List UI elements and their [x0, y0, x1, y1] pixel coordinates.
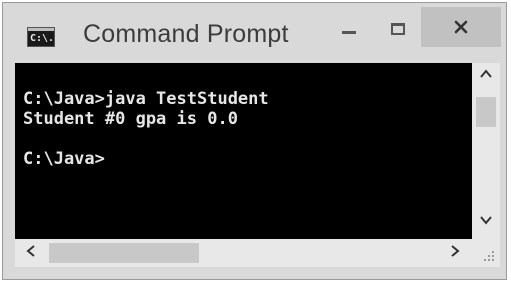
maximize-icon [391, 23, 405, 35]
scroll-right-button[interactable] [445, 245, 465, 261]
minimize-button[interactable] [329, 9, 369, 49]
resize-grip[interactable] [472, 239, 500, 267]
console-line: C:\Java>java TestStudent [23, 89, 269, 109]
chevron-right-icon [451, 245, 460, 257]
grip-dot [484, 259, 486, 261]
grip-dot [492, 255, 494, 257]
chevron-down-icon [480, 216, 492, 225]
console-text: C:\Java>java TestStudent Student #0 gpa … [23, 89, 269, 169]
maximize-button[interactable] [378, 9, 418, 49]
close-icon [454, 20, 468, 34]
chevron-up-icon [480, 69, 492, 78]
vertical-scroll-thumb[interactable] [476, 97, 496, 127]
scroll-left-button[interactable] [21, 245, 41, 261]
vertical-scrollbar[interactable] [472, 63, 500, 239]
command-prompt-window: C:\. Command Prompt C:\Java>java TestStu… [2, 2, 507, 280]
horizontal-scrollbar[interactable] [15, 239, 472, 267]
console-line: Student #0 gpa is 0.0 [23, 109, 238, 129]
grip-dot [492, 259, 494, 261]
horizontal-scroll-thumb[interactable] [49, 243, 199, 263]
grip-dot [488, 259, 490, 261]
grip-dot [488, 255, 490, 257]
scroll-down-button[interactable] [472, 213, 500, 229]
scroll-up-button[interactable] [472, 67, 500, 83]
minimize-icon [342, 30, 356, 34]
window-title: Command Prompt [83, 20, 289, 48]
grip-dot [492, 251, 494, 253]
console-line: C:\Java> [23, 149, 105, 169]
chevron-left-icon [26, 245, 35, 257]
title-bar[interactable]: C:\. Command Prompt [3, 3, 506, 63]
close-button[interactable] [421, 7, 501, 47]
console-icon[interactable]: C:\. [27, 27, 55, 47]
console-output-area[interactable]: C:\Java>java TestStudent Student #0 gpa … [15, 63, 472, 239]
